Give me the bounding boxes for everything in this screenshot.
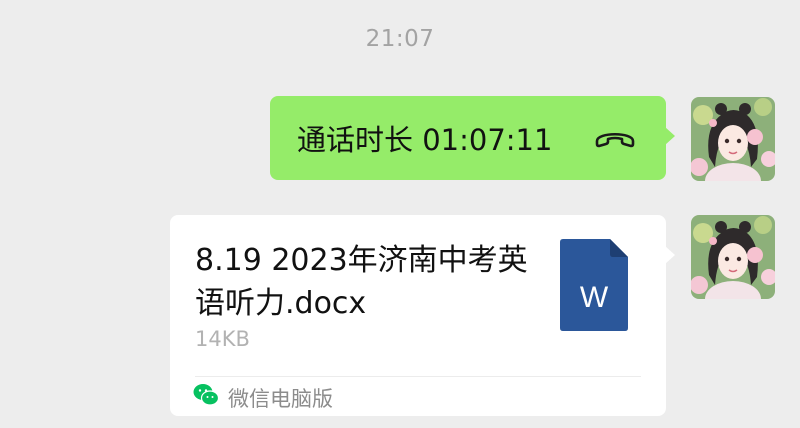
sender-avatar[interactable] [691, 215, 775, 299]
file-message-card[interactable]: 8.19 2023年济南中考英语听力.docx 14KB W 微信电脑版 [170, 215, 675, 416]
file-name: 8.19 2023年济南中考英语听力.docx [195, 243, 528, 321]
source-label: 微信电脑版 [228, 387, 333, 411]
word-doc-icon: W [560, 239, 628, 331]
card-divider [195, 376, 641, 377]
message-timestamp: 21:07 [365, 26, 435, 52]
avatar-image [691, 215, 775, 299]
call-duration-text: 通话时长 01:07:11 [297, 123, 553, 157]
sender-avatar[interactable] [691, 97, 775, 181]
call-duration-bubble[interactable]: 通话时长 01:07:11 [270, 96, 675, 180]
avatar-image [691, 97, 775, 181]
phone-hangup-icon [595, 132, 635, 148]
word-icon-letter: W [580, 281, 609, 314]
file-size: 14KB [195, 327, 250, 351]
wechat-icon [193, 384, 219, 406]
